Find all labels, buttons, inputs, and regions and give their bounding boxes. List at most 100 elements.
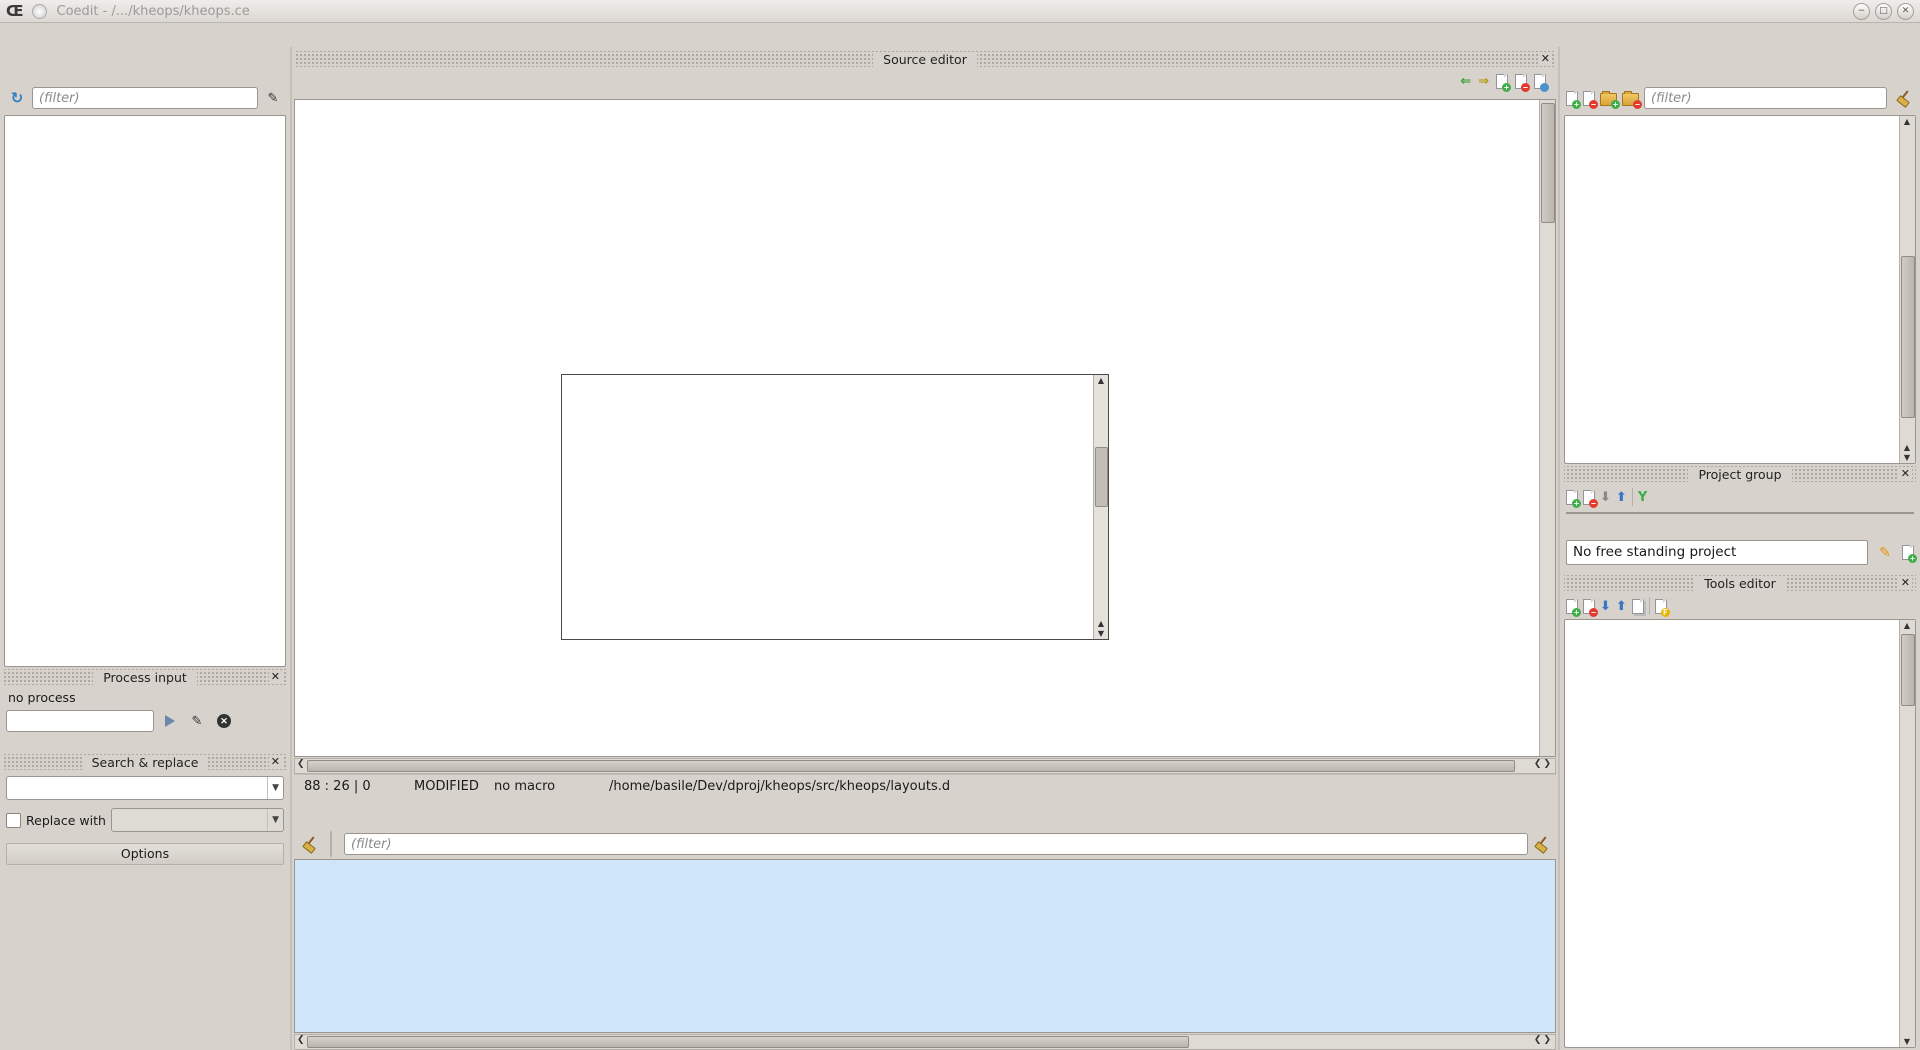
close-search-icon[interactable]: ✕ [269,755,282,768]
move-tool-up-icon[interactable]: ⬆ [1616,599,1627,614]
file-path: /home/basile/Dev/dproj/kheops/src/kheops… [609,779,950,794]
remove-tool-icon[interactable]: − [1583,599,1595,614]
coedit-app-icon: Œ [6,2,24,20]
close-tools-editor-icon[interactable]: ✕ [1899,576,1912,589]
minimize-icon[interactable]: − [1853,3,1870,20]
add-file-icon[interactable]: + [1566,91,1578,106]
clone-tool-icon[interactable] [1632,599,1644,614]
process-input-field[interactable] [6,710,154,732]
modified-flag: MODIFIED [414,779,494,794]
right-dock: + − + − ▲ ▲ ▼ Project group ✕ + [1558,47,1920,1050]
code-editor[interactable]: ▲ ▲ ▼ [294,99,1556,757]
caret-position: 88 : 26 | 0 [304,779,414,794]
edit-free-project-icon[interactable]: ✎ [1874,542,1896,564]
scroll-down-icon[interactable]: ▼ [1900,1037,1914,1046]
search-term-combo[interactable]: ▼ [6,776,284,800]
window-menu-icon[interactable] [32,4,47,19]
save-source-icon[interactable] [1534,74,1546,89]
source-editor-header[interactable]: Source editor ✕ [294,51,1556,67]
files-scroll-thumb[interactable] [1901,256,1915,418]
tools-scroll-thumb[interactable] [1901,634,1915,706]
move-project-down-icon[interactable]: ⬇ [1600,490,1611,505]
messages-dock: ❮ ❮❯ [294,803,1556,1050]
close-process-input-icon[interactable]: ✕ [269,670,282,683]
messages-tabs [294,803,1556,829]
editor-tabs: ⇐ ⇒ + − [294,69,1556,99]
source-editor-title: Source editor [873,52,977,67]
send-input-icon[interactable] [159,710,181,732]
editor-scroll-thumb[interactable] [1541,103,1555,223]
editor-vertical-scrollbar[interactable] [1539,100,1555,756]
scroll-down-icon[interactable]: ▼ [1900,453,1914,462]
search-replace-header[interactable]: Search & replace ✕ [4,754,286,770]
filter-options-icon[interactable] [1530,833,1552,855]
scroll-left-right-icons[interactable]: ❮❯ [1534,1035,1553,1045]
symbol-filter-input[interactable] [32,87,258,109]
scroll-left-icon[interactable]: ❮ [297,1035,305,1045]
remove-folder-icon[interactable]: − [1622,93,1639,106]
left-dock: ↻ ✎ Process input ✕ no process ✎ ✕ Searc… [0,47,292,1050]
close-source-icon[interactable]: − [1515,74,1527,89]
process-input-header[interactable]: Process input ✕ [4,669,286,685]
messages-filter-input[interactable] [344,833,1528,855]
chevron-down-icon[interactable]: ▼ [267,777,283,799]
clear-messages-icon[interactable] [298,833,320,855]
input-pen-icon[interactable]: ✎ [186,710,208,732]
maximize-icon[interactable]: □ [1875,3,1892,20]
move-tool-down-icon[interactable]: ⬇ [1600,599,1611,614]
scroll-left-icon[interactable]: ❮ [297,759,305,769]
execute-tool-icon[interactable]: Ϝ [1655,599,1667,614]
messages-horizontal-scrollbar[interactable]: ❮ ❮❯ [294,1034,1556,1050]
scroll-down-icon[interactable]: ▼ [1094,629,1108,638]
message-log-list [294,859,1556,1033]
popup-scrollbar[interactable]: ▲ ▲ ▼ [1093,375,1108,639]
popup-scroll-thumb[interactable] [1095,447,1108,507]
scroll-up-icon[interactable]: ▲ [1094,376,1108,385]
tools-scrollbar[interactable]: ▲ ▼ [1899,620,1915,1047]
macro-status: no macro [494,779,609,794]
tools-editor-header[interactable]: Tools editor ✕ [1564,575,1916,591]
scroll-up-icon[interactable]: ▲ [1094,619,1108,628]
pen-icon[interactable]: ✎ [262,87,284,109]
replace-with-checkbox[interactable] [6,813,21,828]
project-filter-input[interactable] [1644,87,1887,109]
add-project-icon[interactable]: + [1566,490,1578,505]
project-tabs [1564,53,1916,81]
kill-process-icon[interactable]: ✕ [213,710,235,732]
scroll-up-icon[interactable]: ▲ [1900,117,1914,126]
messages-hscroll-thumb[interactable] [307,1036,1189,1048]
completion-popup: ▲ ▲ ▼ [561,374,1109,640]
new-source-icon[interactable]: + [1496,74,1508,89]
close-source-editor-icon[interactable]: ✕ [1539,52,1552,65]
editor-hscroll-thumb[interactable] [307,760,1515,772]
scroll-up-icon[interactable]: ▲ [1900,443,1914,452]
new-free-project-icon[interactable]: + [1902,545,1914,560]
left-tabs [4,53,286,81]
clear-filter-icon[interactable] [1892,87,1914,109]
refresh-symbols-icon[interactable]: ↻ [6,87,28,109]
async-mode-icon[interactable]: Y [1638,490,1647,505]
remove-project-icon[interactable]: − [1583,490,1595,505]
chevron-down-icon[interactable]: ▼ [267,809,283,831]
editor-status-bar: 88 : 26 | 0 MODIFIED no macro /home/basi… [294,774,1556,797]
move-project-up-icon[interactable]: ⬆ [1616,490,1627,505]
project-group-title: Project group [1688,467,1791,482]
files-scrollbar[interactable]: ▲ ▲ ▼ [1899,116,1915,463]
close-icon[interactable]: ✕ [1897,3,1914,20]
search-replace-title: Search & replace [82,755,209,770]
previous-source-icon[interactable]: ⇐ [1460,74,1471,89]
remove-file-icon[interactable]: − [1583,91,1595,106]
replace-with-combo[interactable]: ▼ [111,808,284,832]
next-source-icon[interactable]: ⇒ [1478,74,1489,89]
scroll-left-right-icons[interactable]: ❮❯ [1534,759,1553,769]
scroll-up-icon[interactable]: ▲ [1900,621,1914,630]
menu-bar [0,23,1920,47]
add-folder-icon[interactable]: + [1600,93,1617,106]
title-bar: Œ Coedit - /.../kheops/kheops.ce − □ ✕ [0,0,1920,23]
close-project-group-icon[interactable]: ✕ [1899,467,1912,480]
project-group-header[interactable]: Project group ✕ [1564,466,1916,482]
add-tool-icon[interactable]: + [1566,599,1578,614]
process-status: no process [4,687,286,708]
window-title: Coedit - /.../kheops/kheops.ce [57,4,1853,19]
editor-horizontal-scrollbar[interactable]: ❮ ❮❯ [294,758,1556,774]
